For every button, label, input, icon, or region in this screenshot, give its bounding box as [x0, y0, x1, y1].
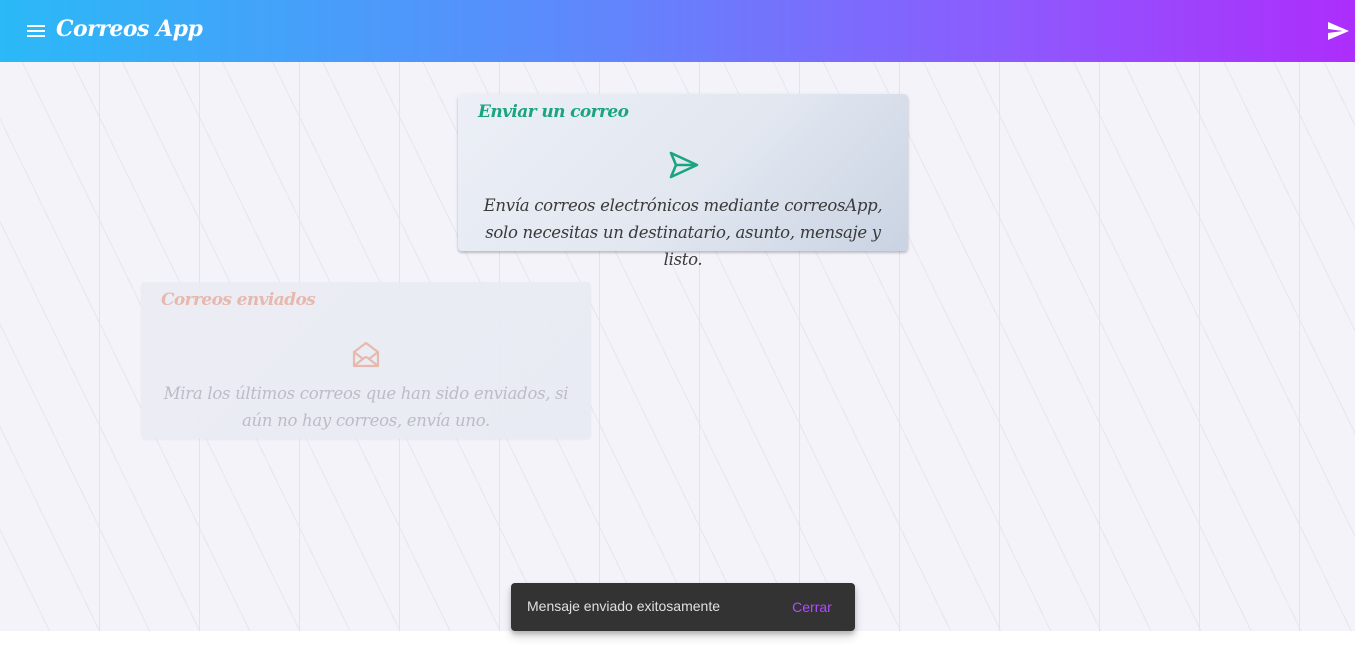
sent-card-title: Correos enviados	[161, 290, 316, 310]
send-card-description: Envía correos electrónicos mediante corr…	[483, 196, 883, 269]
send-outline-icon	[669, 151, 699, 179]
send-card-title: Enviar un correo	[478, 102, 629, 122]
top-toolbar: Correos App	[0, 0, 1355, 62]
snackbar: Mensaje enviado exitosamente Cerrar	[511, 583, 855, 631]
sent-card-description: Mira los últimos correos que han sido en…	[163, 384, 569, 430]
menu-icon[interactable]	[24, 19, 48, 43]
sent-emails-card[interactable]: Correos enviados Mira los últimos correo…	[141, 282, 591, 439]
bottom-strip	[0, 631, 1355, 645]
mail-open-icon	[352, 341, 380, 368]
app-title: Correos App	[56, 16, 203, 42]
snackbar-message: Mensaje enviado exitosamente	[527, 598, 721, 614]
snackbar-close-button[interactable]: Cerrar	[781, 591, 843, 623]
send-email-card[interactable]: Enviar un correo Envía correos electróni…	[458, 94, 908, 269]
send-icon[interactable]	[1326, 19, 1350, 43]
main-content: Enviar un correo Envía correos electróni…	[0, 62, 1355, 631]
